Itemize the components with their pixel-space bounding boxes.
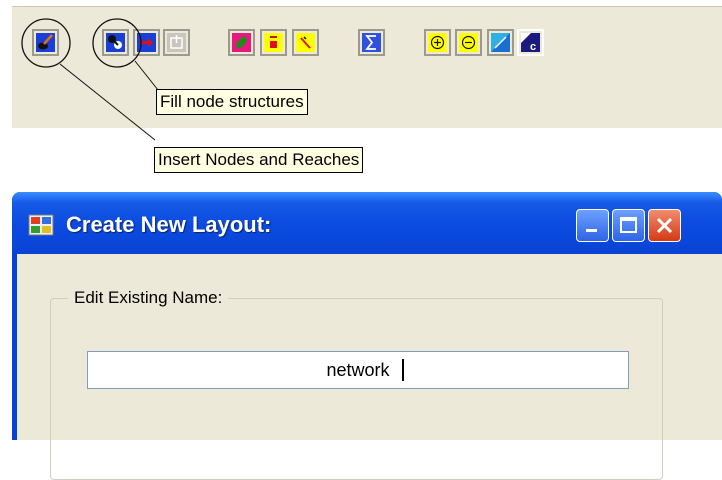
close-button[interactable]: [648, 209, 681, 242]
minimize-icon: [586, 229, 597, 232]
group-label: Edit Existing Name:: [68, 288, 229, 308]
tooltip-fill-node-structures: Fill node structures: [156, 89, 308, 115]
maximize-button[interactable]: [612, 209, 645, 242]
callout-circle-insert: [21, 18, 71, 68]
maximize-icon: [620, 217, 637, 233]
toolbar-area: c Fill node structures Insert Nodes and …: [0, 0, 722, 184]
create-layout-dialog: Create New Layout: Edit Existing Name:: [12, 192, 722, 480]
close-icon: [656, 217, 673, 234]
dialog-client-area: Edit Existing Name:: [17, 254, 722, 480]
callout-line-fill: [134, 60, 159, 91]
minimize-button[interactable]: [576, 209, 609, 242]
edit-name-groupbox: [50, 298, 663, 480]
callout-circle-fill: [92, 18, 142, 68]
title-bar[interactable]: Create New Layout:: [12, 192, 722, 254]
window-app-icon: [28, 214, 54, 236]
layout-name-input[interactable]: [87, 351, 629, 389]
window-title: Create New Layout:: [66, 212, 272, 237]
tooltip-insert-nodes-reaches: Insert Nodes and Reaches: [154, 147, 364, 173]
callout-line-insert: [59, 63, 156, 141]
text-caret: [402, 359, 404, 381]
